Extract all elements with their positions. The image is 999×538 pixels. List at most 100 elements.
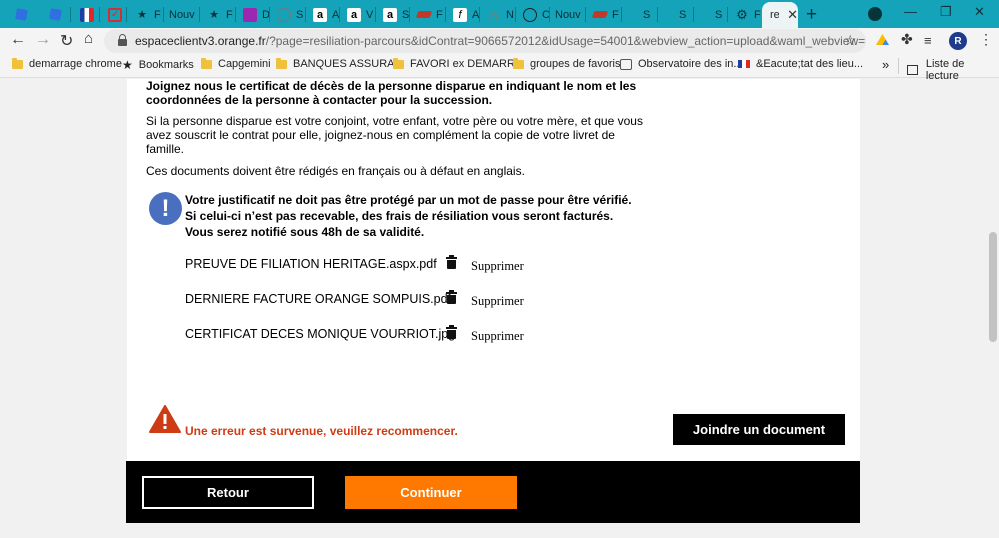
tab[interactable]: F — [585, 2, 621, 27]
intro-bold-line: Joignez nous le certificat de décès de l… — [146, 79, 637, 93]
avatar[interactable]: R — [949, 32, 967, 50]
tab[interactable] — [42, 2, 72, 27]
tab[interactable]: S — [269, 2, 305, 27]
bookmark-item[interactable]: Capgemini — [201, 57, 271, 70]
address-bar[interactable]: espaceclientv3.orange.fr/?page=resiliati… — [104, 29, 866, 53]
star-icon: ★ — [137, 9, 147, 21]
lock-icon[interactable] — [118, 34, 127, 46]
bookmark-star-icon[interactable]: ☆ — [844, 32, 857, 49]
purple-app-icon — [243, 7, 257, 22]
house-icon: ⌂ — [489, 6, 499, 23]
f-script-icon: f — [453, 7, 467, 22]
new-tab-icon[interactable]: + — [806, 4, 817, 26]
folder-icon — [513, 57, 524, 69]
trash-icon[interactable] — [446, 325, 457, 339]
tab[interactable]: D — [235, 2, 269, 27]
info-notice: Votre justificatif ne doit pas être prot… — [185, 192, 632, 240]
file-name: CERTIFICAT DECES MONIQUE VOURRIOT.jpg — [185, 327, 456, 341]
tab[interactable] — [72, 2, 100, 27]
back-arrow-icon[interactable]: ← — [10, 31, 26, 49]
trash-icon[interactable] — [446, 290, 457, 304]
scrollbar-thumb[interactable] — [989, 232, 997, 342]
scrollbar[interactable] — [986, 79, 999, 538]
delete-file-button[interactable]: Supprimer — [471, 294, 524, 309]
tab[interactable]: fA — [445, 2, 479, 27]
folder-icon — [393, 57, 404, 69]
url-text[interactable]: espaceclientv3.orange.fr/?page=resiliati… — [135, 34, 865, 48]
folder-icon — [276, 57, 287, 69]
tab[interactable]: S — [621, 2, 657, 27]
star-icon: ★ — [209, 9, 219, 21]
language-paragraph: Ces documents doivent être rédigés en fr… — [146, 164, 525, 178]
globe-icon — [523, 7, 537, 22]
footer-bar: Retour Continuer — [126, 461, 860, 523]
attach-document-button[interactable]: Joindre un document — [673, 414, 845, 445]
tab[interactable]: Nouv — [549, 2, 585, 27]
site-icon — [620, 58, 632, 70]
window-close-icon[interactable]: ✕ — [974, 4, 985, 20]
blue-square-icon — [49, 8, 62, 21]
bookmark-item[interactable]: groupes de favoris — [513, 57, 621, 70]
bookmark-item[interactable]: FAVORI ex DEMARR... — [393, 57, 524, 70]
tab[interactable]: aS — [375, 2, 409, 27]
restore-icon[interactable]: ❐ — [940, 4, 952, 20]
tab[interactable]: ★ F — [199, 2, 235, 27]
menu-icon[interactable]: ⋮ — [979, 31, 993, 48]
tab[interactable] — [8, 2, 42, 27]
folder-icon — [201, 57, 212, 69]
tab[interactable]: C — [515, 2, 549, 27]
forward-arrow-icon[interactable]: → — [35, 31, 51, 49]
bookmark-item[interactable]: &Eacute;tat des lieu... — [738, 58, 863, 70]
folder-icon — [12, 57, 23, 69]
tab[interactable]: aV — [339, 2, 375, 27]
tab[interactable]: ★ F — [127, 2, 163, 27]
warning-icon — [149, 405, 181, 433]
family-paragraph-line: Si la personne disparue est votre conjoi… — [146, 114, 643, 128]
amazon-icon: a — [347, 7, 361, 22]
intro-bold-line: coordonnées de la personne à contacter p… — [146, 93, 493, 107]
tab-strip: ✓ ★ F Nouv ★ F D S aA aV aS F fA ⌂ N C Nouv… — [0, 0, 999, 28]
file-name: PREUVE DE FILIATION HERITAGE.aspx.pdf — [185, 257, 437, 271]
tab[interactable]: ⌂ N — [479, 2, 515, 27]
info-alert-icon: ! — [149, 192, 182, 225]
amazon-icon: a — [383, 7, 397, 22]
reading-list-icon — [907, 65, 918, 75]
continue-button[interactable]: Continuer — [345, 476, 517, 509]
minimize-icon[interactable]: — — [904, 4, 917, 19]
tab[interactable]: ⚙ F — [727, 2, 762, 27]
info-line: Vous serez notifié sous 48h de sa validi… — [185, 225, 425, 239]
blue-square-icon — [15, 8, 28, 21]
info-line: Si celui-ci n’est pas recevable, des fra… — [185, 209, 614, 223]
red-check-icon: ✓ — [108, 7, 122, 22]
bookmark-item[interactable]: Observatoire des in... — [620, 58, 743, 70]
extensions-icon[interactable]: ✤ — [901, 31, 913, 48]
tab[interactable]: aA — [305, 2, 339, 27]
back-button[interactable]: Retour — [142, 476, 314, 509]
close-icon[interactable]: ✕ — [787, 7, 798, 23]
bookmark-item[interactable]: BANQUES ASSURA... — [276, 57, 404, 70]
delete-file-button[interactable]: Supprimer — [471, 329, 524, 344]
drive-icon[interactable] — [876, 33, 889, 48]
content-card: Joignez nous le certificat de décès de l… — [127, 79, 860, 461]
media-queue-icon[interactable]: ≡ — [924, 33, 932, 48]
flag-fr-icon — [80, 7, 94, 22]
reload-icon[interactable]: ↻ — [60, 31, 73, 51]
tab[interactable]: F — [409, 2, 445, 27]
tab[interactable]: S — [657, 2, 693, 27]
gear-icon: ⚙ — [736, 6, 748, 22]
bookmark-item[interactable]: ★ Bookmarks — [122, 58, 194, 72]
tab[interactable]: S — [693, 2, 727, 27]
amazon-icon: a — [313, 7, 327, 22]
home-icon[interactable]: ⌂ — [84, 30, 93, 47]
more-bookmarks-icon[interactable]: » — [882, 57, 889, 72]
tab-active[interactable]: re ✕ — [762, 2, 798, 28]
delete-file-button[interactable]: Supprimer — [471, 259, 524, 274]
tab[interactable]: Nouv — [163, 2, 199, 27]
family-paragraph-line: famille. — [146, 142, 185, 156]
tab-search-icon[interactable] — [868, 7, 882, 21]
tab[interactable]: ✓ — [100, 2, 126, 27]
bookmark-item[interactable]: demarrage chrome — [12, 57, 122, 70]
family-paragraph-line: avez souscrit le contrat pour elle, joig… — [146, 128, 615, 142]
trash-icon[interactable] — [446, 255, 457, 269]
bookmarks-bar: demarrage chrome ★ Bookmarks Capgemini BA… — [0, 54, 999, 82]
